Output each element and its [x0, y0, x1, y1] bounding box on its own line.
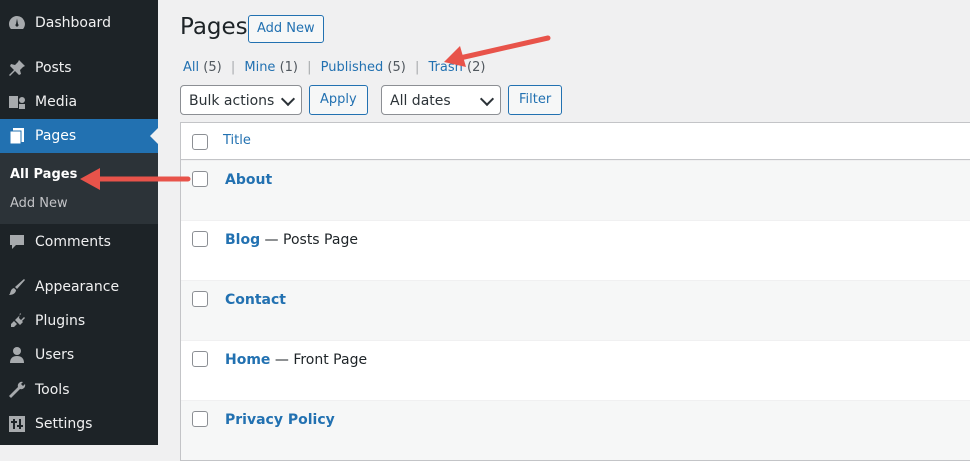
sidebar-item-label: Media	[35, 94, 78, 110]
filter-mine-count: (1)	[279, 60, 298, 75]
sidebar-item-label: Plugins	[35, 313, 86, 329]
filter-button[interactable]: Filter	[508, 85, 563, 115]
sidebar-item-label: Posts	[35, 60, 72, 76]
sidebar-item-tools[interactable]: Tools	[0, 373, 158, 407]
pages-icon	[7, 126, 27, 146]
filter-all-link[interactable]: All	[183, 60, 199, 75]
page-state: — Posts Page	[260, 232, 358, 248]
table-row: Contact	[181, 280, 970, 340]
page-title-link[interactable]: Home	[225, 352, 270, 368]
row-checkbox[interactable]	[192, 171, 208, 187]
title-column-header[interactable]: Title	[223, 133, 251, 148]
user-icon	[7, 345, 27, 365]
sidebar-item-posts[interactable]: Posts	[0, 51, 158, 85]
brush-icon	[7, 277, 27, 297]
add-new-button[interactable]: Add New	[248, 15, 324, 43]
sidebar-item-plugins[interactable]: Plugins	[0, 304, 158, 338]
bulk-actions-value: Bulk actions	[189, 93, 275, 109]
sidebar-item-label: Users	[35, 347, 75, 363]
table-row: Privacy Policy	[181, 400, 970, 460]
separator: |	[230, 60, 236, 75]
page-title-link[interactable]: About	[225, 172, 272, 188]
wrench-icon	[7, 380, 27, 400]
submenu-add-new[interactable]: Add New	[10, 196, 68, 211]
separator: |	[414, 60, 420, 75]
row-checkbox[interactable]	[192, 231, 208, 247]
filter-published-link[interactable]: Published	[321, 60, 384, 75]
comment-icon	[7, 232, 27, 252]
sidebar-item-label: Appearance	[35, 279, 120, 295]
status-filter-links: All (5) | Mine (1) | Published (5) | Tra…	[183, 60, 485, 75]
arrow-icon	[80, 168, 191, 190]
filter-all-count: (5)	[203, 60, 222, 75]
dates-value: All dates	[390, 93, 451, 109]
page-title-link[interactable]: Blog	[225, 232, 260, 248]
submenu-all-pages[interactable]: All Pages	[10, 167, 77, 182]
sidebar-item-label: Pages	[35, 128, 77, 144]
sidebar-item-settings[interactable]: Settings	[0, 407, 158, 441]
apply-button[interactable]: Apply	[309, 85, 368, 115]
select-all-checkbox[interactable]	[192, 134, 208, 150]
sidebar-item-label: Comments	[35, 234, 111, 250]
page-state: — Front Page	[270, 352, 368, 368]
arrow-icon	[444, 35, 551, 67]
sidebar-item-comments[interactable]: Comments	[0, 225, 158, 259]
plugin-icon	[7, 311, 27, 331]
filter-mine-link[interactable]: Mine	[244, 60, 275, 75]
sidebar-item-label: Tools	[35, 382, 70, 398]
dashboard-icon	[7, 13, 27, 33]
page-title-link[interactable]: Contact	[225, 292, 286, 308]
chevron-down-icon	[280, 91, 296, 107]
table-row: Blog — Posts Page	[181, 220, 970, 280]
row-checkbox[interactable]	[192, 291, 208, 307]
row-checkbox[interactable]	[192, 351, 208, 367]
sidebar-item-label: Settings	[35, 416, 93, 432]
table-header: Title	[181, 123, 970, 160]
sidebar-item-users[interactable]: Users	[0, 338, 158, 372]
row-checkbox[interactable]	[192, 411, 208, 427]
dates-select[interactable]: All dates	[381, 85, 501, 115]
media-icon	[7, 92, 27, 112]
sidebar-item-media[interactable]: Media	[0, 85, 158, 119]
filter-published-count: (5)	[387, 60, 406, 75]
main-content: Pages Add New All (5) | Mine (1) | Publi…	[158, 0, 970, 461]
sidebar-item-label: Dashboard	[35, 15, 111, 31]
table-row: Home — Front Page	[181, 340, 970, 400]
pages-table: Title About Blog — Posts Page Contact Ho…	[180, 122, 970, 461]
sidebar-item-dashboard[interactable]: Dashboard	[0, 6, 158, 40]
table-row: About	[181, 160, 970, 220]
sidebar-item-pages[interactable]: Pages	[0, 119, 158, 153]
page-title-link[interactable]: Privacy Policy	[225, 412, 335, 428]
chevron-down-icon	[479, 91, 495, 107]
pin-icon	[7, 58, 27, 78]
page-title: Pages	[180, 14, 248, 40]
bulk-actions-select[interactable]: Bulk actions	[180, 85, 302, 115]
sidebar-item-appearance[interactable]: Appearance	[0, 270, 158, 304]
settings-icon	[7, 414, 27, 434]
separator: |	[307, 60, 312, 75]
admin-sidebar: Dashboard Posts Media Pages All Pages Ad…	[0, 0, 158, 445]
